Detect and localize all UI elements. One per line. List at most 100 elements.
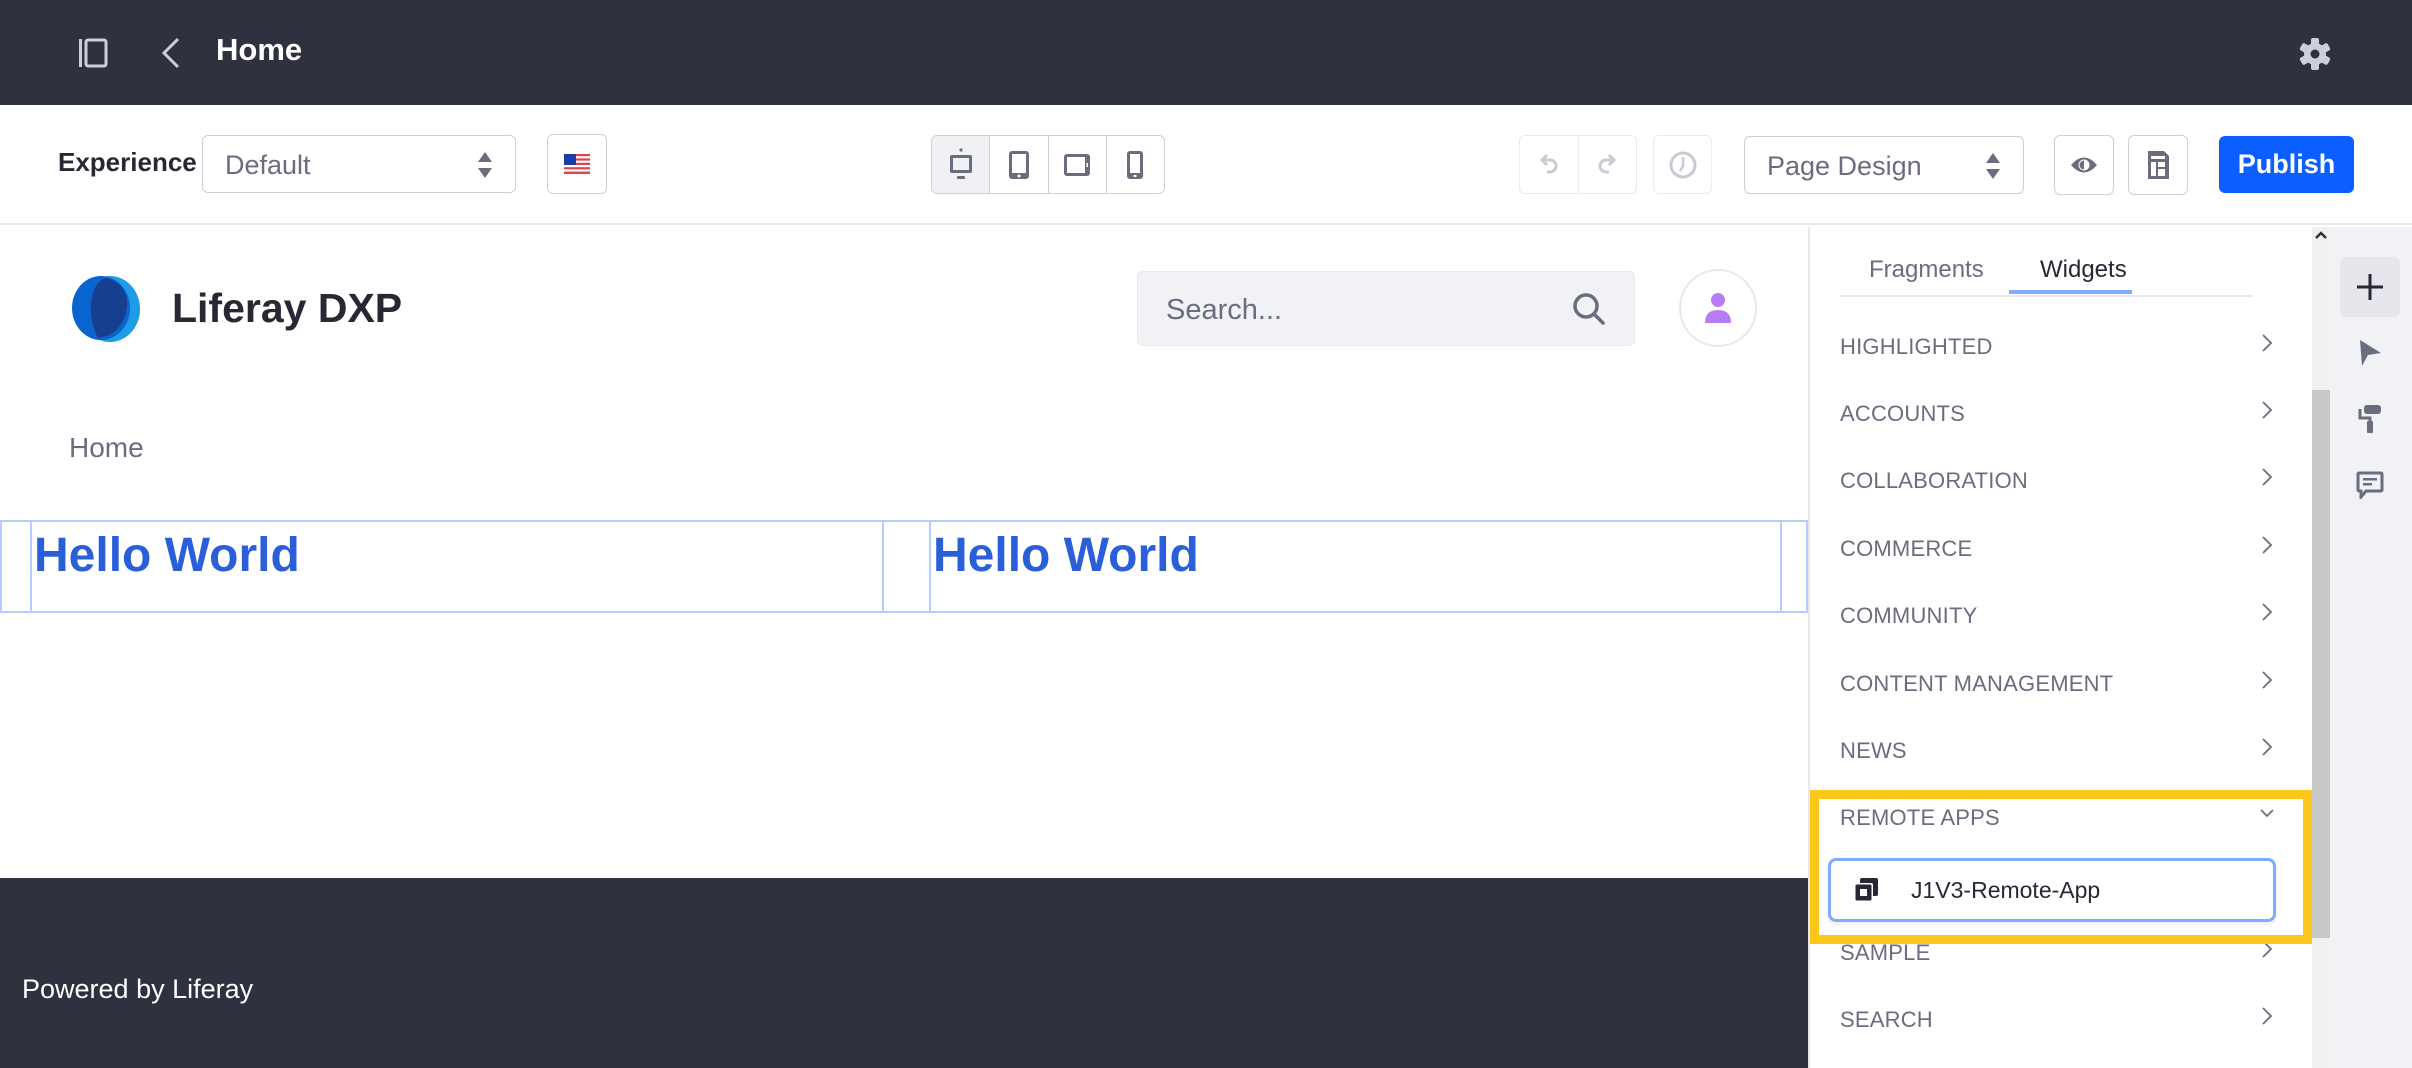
widget-category[interactable]: NEWS — [1840, 732, 2280, 772]
portrait-phone-icon — [1127, 150, 1144, 179]
search-icon[interactable] — [1572, 292, 1606, 326]
undo-icon — [1539, 153, 1558, 173]
chevron-right-icon — [2262, 671, 2273, 689]
search-placeholder: Search... — [1166, 294, 1283, 326]
widget-category[interactable]: ACCOUNTS — [1840, 395, 2280, 435]
user-avatar[interactable] — [1679, 269, 1757, 347]
widget-category[interactable]: COMMUNITY — [1840, 597, 2280, 637]
chevron-right-icon — [2262, 468, 2273, 486]
back-chevron-left-icon[interactable] — [158, 36, 184, 70]
us-flag-icon — [564, 154, 590, 174]
chevron-right-icon — [2262, 603, 2273, 621]
site-name[interactable]: Liferay DXP — [172, 285, 402, 332]
category-label: REMOTE APPS — [1840, 805, 2000, 830]
heading-fragment[interactable]: Hello World — [933, 528, 1199, 583]
device-portrait-button[interactable] — [1107, 136, 1164, 193]
chevron-right-icon — [2262, 334, 2273, 352]
widget-category[interactable]: SEARCH — [1840, 1001, 2280, 1041]
experience-select[interactable]: Default — [202, 135, 516, 193]
rail-add-button[interactable] — [2340, 257, 2400, 317]
widget-label: J1V3-Remote-App — [1911, 877, 2101, 903]
footer-text: Powered by Liferay — [22, 974, 254, 1004]
widget-category[interactable]: SAMPLE — [1840, 934, 2280, 974]
experience-label: Experience — [58, 147, 197, 177]
grid-column-1[interactable]: Hello World — [30, 522, 882, 611]
user-icon — [1705, 293, 1731, 323]
page-canvas: Liferay DXP Search... Home Hello World H… — [0, 227, 1808, 878]
chevron-right-icon — [2262, 940, 2273, 958]
category-label: NEWS — [1840, 738, 1907, 763]
category-label: SEARCH — [1840, 1007, 1933, 1032]
panel-tabs: Fragments Widgets — [1840, 227, 2253, 297]
desktop-icon — [949, 147, 972, 179]
page-title: Home — [216, 32, 303, 67]
category-label: HIGHLIGHTED — [1840, 334, 1993, 359]
device-landscape-button[interactable] — [1049, 136, 1107, 193]
chevron-right-icon — [2262, 536, 2273, 554]
active-tab-indicator — [2009, 290, 2132, 294]
rail-browser-button[interactable] — [2340, 323, 2400, 383]
tab-fragments[interactable]: Fragments — [1869, 256, 1984, 284]
mode-select[interactable]: Page Design — [1744, 136, 2024, 194]
mode-value: Page Design — [1767, 151, 1922, 181]
gear-icon[interactable] — [2298, 37, 2332, 71]
eye-icon — [2071, 157, 2097, 173]
widget-category[interactable]: REMOTE APPS — [1840, 799, 2280, 839]
plus-icon — [2357, 274, 2383, 300]
control-menu: Home — [0, 0, 2412, 105]
landscape-phone-icon — [1064, 153, 1091, 176]
category-label: SAMPLE — [1840, 940, 1931, 965]
nav-item-home[interactable]: Home — [69, 432, 144, 464]
chevron-down-icon — [2260, 809, 2274, 818]
undo-button[interactable] — [1520, 136, 1579, 193]
device-selector — [931, 135, 1165, 194]
select-arrows-icon — [478, 152, 492, 178]
device-tablet-button[interactable] — [990, 136, 1049, 193]
grid-row[interactable]: Hello World Hello World — [0, 520, 1808, 613]
editor-sidebar-rail — [2330, 227, 2412, 1068]
widget-item-remote-app[interactable]: J1V3-Remote-App — [1828, 858, 2276, 922]
grid-column-2[interactable]: Hello World — [929, 522, 1780, 611]
page-structure-button[interactable] — [2128, 135, 2188, 195]
widget-category[interactable]: HIGHLIGHTED — [1840, 328, 2280, 368]
tab-widgets[interactable]: Widgets — [2040, 256, 2127, 284]
language-button[interactable] — [547, 134, 607, 194]
history-icon — [1669, 151, 1696, 178]
sidebar-toggle-icon[interactable] — [78, 38, 108, 68]
rail-page-design-button[interactable] — [2340, 389, 2400, 449]
device-desktop-button[interactable] — [932, 136, 991, 193]
widget-category[interactable]: CONTENT MANAGEMENT — [1840, 665, 2280, 705]
page-footer: Powered by Liferay — [0, 878, 1808, 1068]
rail-comments-button[interactable] — [2340, 455, 2400, 515]
chevron-right-icon — [2262, 1007, 2273, 1025]
comments-icon — [2356, 471, 2384, 499]
history-button[interactable] — [1653, 135, 1712, 194]
experience-value: Default — [225, 150, 311, 180]
widget-category[interactable]: COMMERCE — [1840, 530, 2280, 570]
publish-button[interactable]: Publish — [2219, 136, 2354, 193]
category-label: CONTENT MANAGEMENT — [1840, 671, 2114, 696]
page-template-icon — [2148, 151, 2169, 179]
category-label: ACCOUNTS — [1840, 401, 1966, 426]
tablet-icon — [1008, 150, 1029, 179]
heading-fragment[interactable]: Hello World — [34, 528, 300, 583]
scrollbar-thumb[interactable] — [2312, 390, 2330, 938]
category-label: COLLABORATION — [1840, 468, 2029, 493]
liferay-logo-icon[interactable] — [68, 275, 144, 343]
chevron-right-icon — [2262, 401, 2273, 419]
undo-redo-group — [1519, 135, 1637, 194]
cursor-icon — [2360, 340, 2381, 366]
preview-button[interactable] — [2054, 135, 2114, 195]
scroll-up-arrow-icon[interactable] — [2313, 228, 2329, 244]
chevron-right-icon — [2262, 738, 2273, 756]
category-label: COMMUNITY — [1840, 603, 1978, 628]
redo-button[interactable] — [1579, 136, 1637, 193]
paint-roller-icon — [2358, 405, 2381, 433]
column-gutter — [882, 522, 929, 611]
page-editor-toolbar: Experience Default Page Design Publish — [0, 105, 2412, 225]
site-search-input[interactable]: Search... — [1137, 271, 1635, 346]
redo-icon — [1598, 153, 1617, 173]
widget-icon — [1854, 878, 1878, 902]
select-arrows-icon — [1986, 153, 2000, 179]
widget-category[interactable]: COLLABORATION — [1840, 462, 2280, 502]
